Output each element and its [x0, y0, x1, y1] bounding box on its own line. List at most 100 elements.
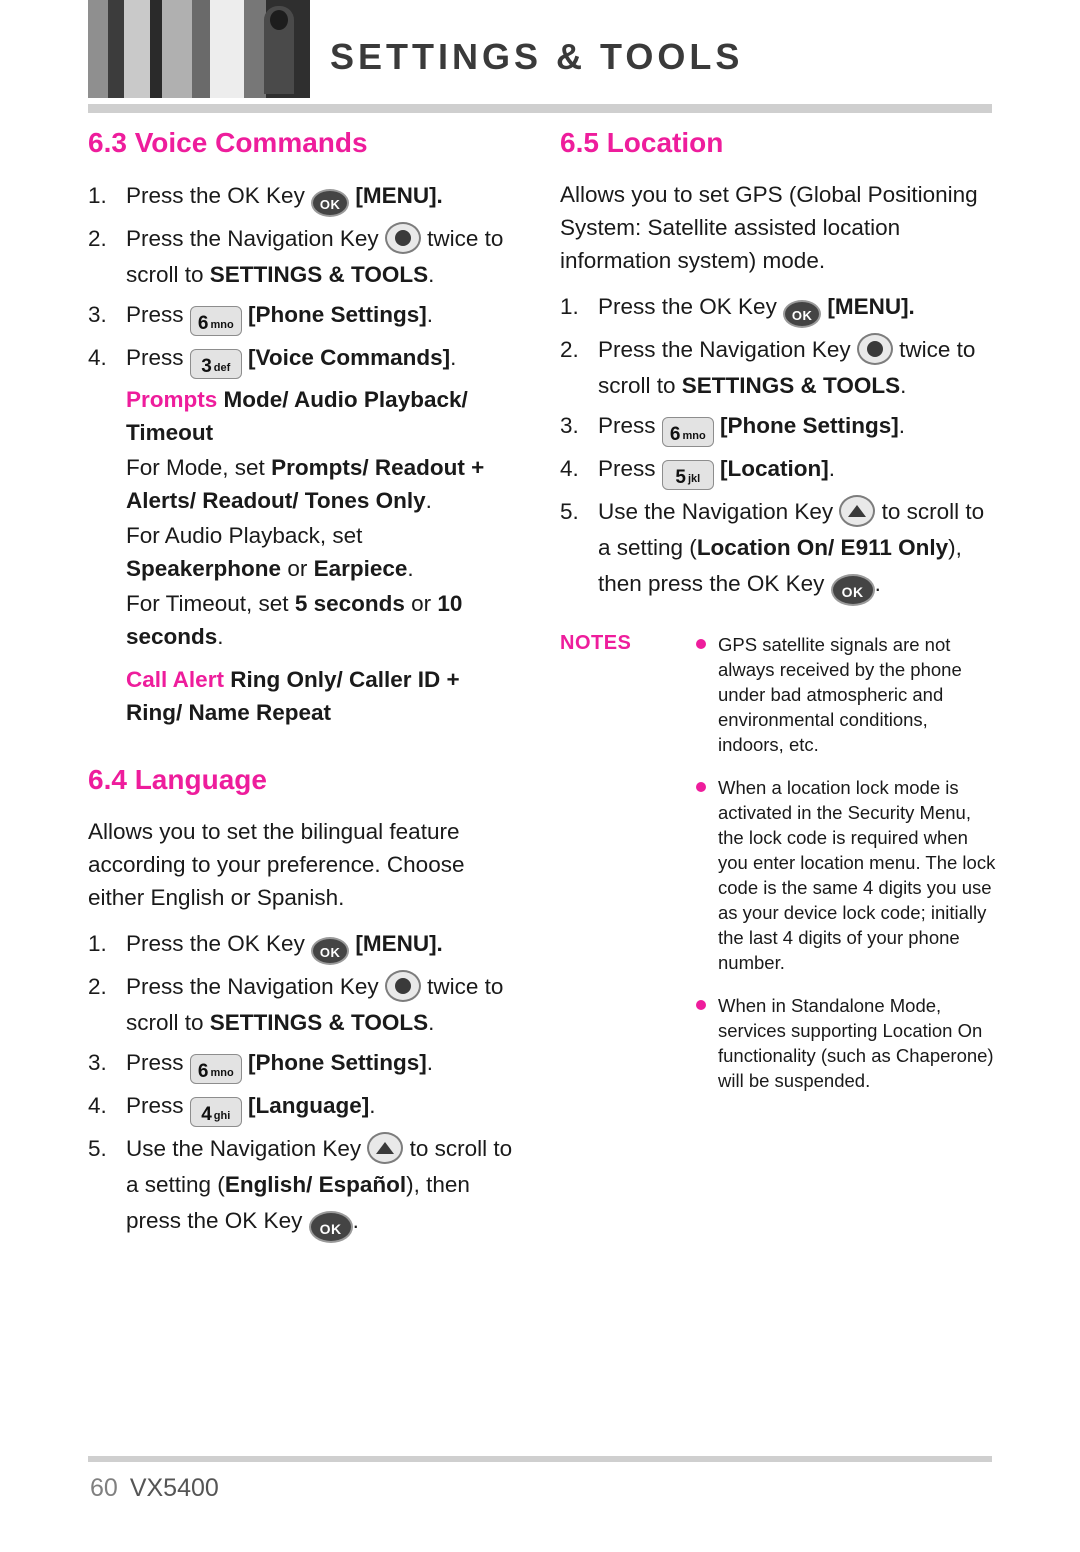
step-text-d: .: [874, 571, 881, 596]
detail-audio-bold-a: Speakerphone: [126, 556, 282, 581]
key-digit: 3: [201, 356, 212, 377]
step-text-c: .: [828, 456, 836, 481]
step-item: 2. Press the Navigation Key twice to scr…: [88, 969, 520, 1041]
footer-divider: [88, 1456, 992, 1462]
steps-list-6-3: 1. Press the OK Key OK [MENU]. 2. Press …: [88, 178, 520, 379]
step-text-bold: English/ Español: [224, 1172, 407, 1197]
bullet-icon: [696, 782, 706, 792]
notes-section: NOTES GPS satellite signals are not alwa…: [560, 632, 998, 1093]
detail-audio-end: .: [407, 556, 414, 581]
step-item: 5. Use the Navigation Key to scroll to a…: [88, 1131, 520, 1243]
step-text-c: .: [426, 1050, 434, 1075]
navigation-key-up-icon: [367, 1132, 404, 1164]
detail-timeout-plain: For Timeout, set: [126, 591, 295, 616]
key-5-jkl-icon: 5 jkl: [661, 460, 714, 490]
step-marker: 1.: [88, 183, 107, 208]
step-text-c: SETTINGS & TOOLS: [681, 373, 901, 398]
key-digit: 4: [201, 1104, 212, 1125]
step-text-c: .: [369, 1093, 376, 1118]
step-text-a: Press the OK Key: [598, 294, 784, 319]
key-letters: mno: [210, 1067, 234, 1079]
step-item: 4. Press 3 def [Voice Commands].: [88, 340, 520, 379]
key-4-ghi-icon: 4 ghi: [189, 1097, 242, 1127]
step-text-b: [Phone Settings]: [713, 413, 899, 438]
key-letters: mno: [682, 430, 706, 442]
navigation-key-up-icon: [839, 495, 876, 527]
step-item: 1. Press the OK Key OK [MENU].: [88, 926, 520, 965]
notes-label: NOTES: [560, 632, 632, 654]
ok-key-icon: OK: [311, 189, 350, 217]
detail-line-prompts: Prompts Mode/ Audio Playback/ Timeout: [126, 383, 520, 449]
detail-line-mode: For Mode, set Prompts/ Readout + Alerts/…: [126, 451, 520, 517]
step-item: 3. Press 6 mno [Phone Settings].: [88, 1045, 520, 1084]
step-text-b: [Location]: [713, 456, 829, 481]
bullet-icon: [696, 1000, 706, 1010]
step-text-a: Press: [598, 456, 662, 481]
key-digit: 5: [675, 467, 686, 488]
detail-mode-plain: For Mode, set: [126, 455, 272, 480]
navigation-key-icon: [384, 222, 421, 254]
left-column: 6.3 Voice Commands 1. Press the OK Key O…: [88, 126, 520, 1247]
step-text-c: .: [450, 345, 457, 370]
steps-list-6-5: 1. Press the OK Key OK [MENU]. 2. Press …: [560, 289, 998, 606]
step-text-b: [Phone Settings]: [241, 302, 427, 327]
detail-label-call-alert: Call Alert: [126, 667, 224, 692]
step-text-a: Press: [598, 413, 662, 438]
step-marker: 5.: [88, 1136, 107, 1161]
step-text-b: [Phone Settings]: [241, 1050, 427, 1075]
header-divider: [88, 104, 992, 113]
step-text-a: Press the Navigation Key: [126, 226, 385, 251]
step-text-a: Press the OK Key: [126, 183, 312, 208]
steps-list-6-4: 1. Press the OK Key OK [MENU]. 2. Press …: [88, 926, 520, 1243]
step-text-b: [MENU].: [349, 931, 443, 956]
notes-list: GPS satellite signals are not always rec…: [696, 632, 998, 1093]
step-item: 1. Press the OK Key OK [MENU].: [88, 178, 520, 217]
note-text: When a location lock mode is activated i…: [718, 777, 996, 973]
detail-label-prompts: Prompts: [126, 387, 218, 412]
step-marker: 4.: [88, 1093, 107, 1118]
note-item: GPS satellite signals are not always rec…: [696, 632, 998, 757]
step-text-a: Press: [126, 302, 190, 327]
header-photo: [88, 0, 310, 98]
step-item: 1. Press the OK Key OK [MENU].: [560, 289, 998, 328]
navigation-key-icon: [384, 970, 421, 1002]
section-heading-6-4: 6.4 Language: [88, 764, 267, 795]
section-6-4-intro: Allows you to set the bilingual feature …: [88, 819, 465, 910]
key-letters: mno: [210, 319, 234, 331]
step-text-a: Press the Navigation Key: [598, 337, 857, 362]
section-heading-6-3: 6.3 Voice Commands: [88, 127, 368, 158]
step-marker: 1.: [88, 931, 107, 956]
step-text-b: [Voice Commands]: [241, 345, 451, 370]
page-header: SETTINGS & TOOLS: [0, 0, 1080, 113]
key-3-def-icon: 3 def: [189, 349, 242, 379]
step-text-a: Press the Navigation Key: [126, 974, 385, 999]
detail-audio-bold-b: Earpiece: [313, 556, 408, 581]
right-column: 6.5 Location Allows you to set GPS (Glob…: [560, 126, 998, 1111]
step-text-d: .: [428, 1010, 435, 1035]
step-text-c: .: [426, 302, 434, 327]
detail-timeout-mid: or: [404, 591, 438, 616]
step-marker: 3.: [560, 413, 579, 438]
section-heading-6-5: 6.5 Location: [560, 127, 724, 158]
step-marker: 2.: [88, 226, 107, 251]
detail-audio-plain: For Audio Playback, set: [126, 523, 363, 548]
step-item: 2. Press the Navigation Key twice to scr…: [88, 221, 520, 293]
key-6-mno-icon: 6 mno: [189, 306, 242, 336]
key-letters: ghi: [213, 1110, 231, 1122]
ok-key-icon: OK: [308, 1211, 353, 1243]
key-6-mno-icon: 6 mno: [661, 417, 714, 447]
step-text-b: [Language]: [241, 1093, 370, 1118]
detail-timeout-bold-a: 5 seconds: [294, 591, 405, 616]
footer: 60 VX5400: [90, 1474, 219, 1503]
step-text-c: SETTINGS & TOOLS: [209, 1010, 429, 1035]
key-digit: 6: [669, 424, 681, 445]
ok-key-icon: OK: [830, 574, 875, 606]
step-text-bold: Location On/ E911 Only: [696, 535, 949, 560]
note-item: When in Standalone Mode, services suppor…: [696, 993, 998, 1093]
step-text-b: [MENU].: [349, 183, 443, 208]
step-text-d: .: [428, 262, 435, 287]
detail-line-call-alert: Call Alert Ring Only/ Caller ID + Ring/ …: [126, 663, 520, 729]
detail-audio-mid: or: [281, 556, 314, 581]
key-letters: jkl: [687, 473, 701, 485]
page-title: SETTINGS & TOOLS: [330, 36, 744, 77]
